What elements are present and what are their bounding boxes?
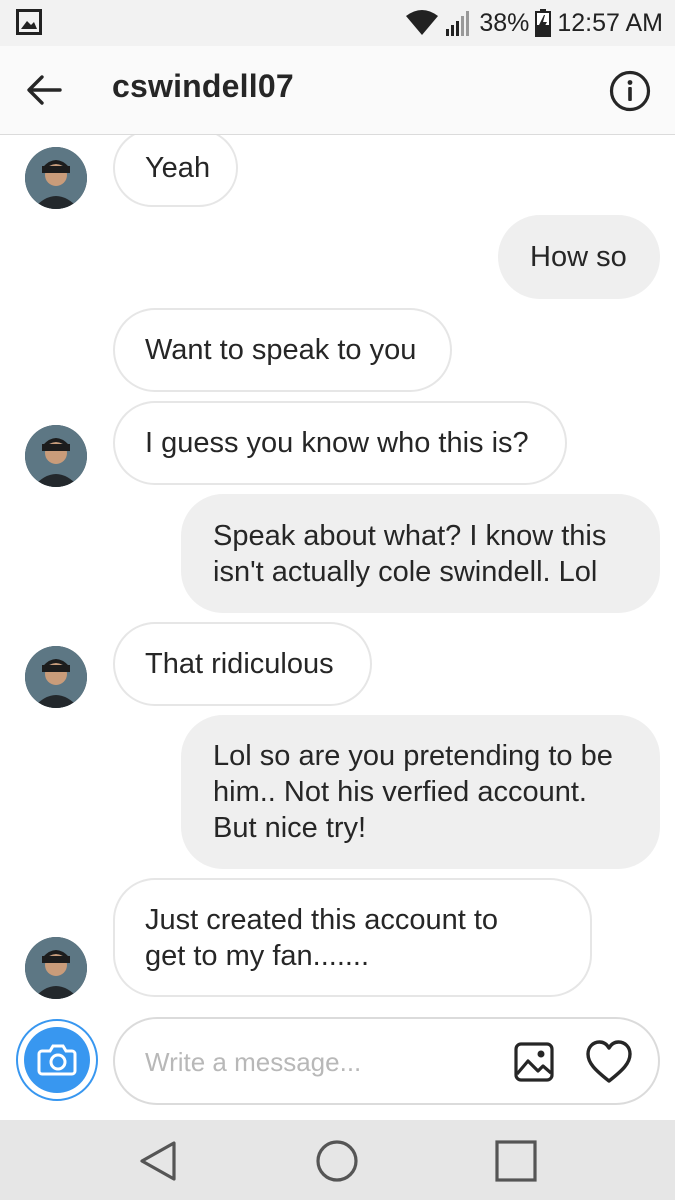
- message-text: Speak about what? I know this isn't actu…: [213, 519, 607, 588]
- message-text: I guess you know who this is?: [145, 427, 529, 459]
- message-bubble-incoming[interactable]: Just created this account to get to my f…: [113, 878, 592, 997]
- message-text: Yeah: [145, 152, 211, 184]
- nav-home-icon[interactable]: [314, 1138, 360, 1184]
- conversation-header: cswindell07: [0, 46, 675, 135]
- message-bubble-incoming[interactable]: Yeah: [113, 135, 238, 207]
- navigation-bar: [0, 1120, 675, 1200]
- camera-icon: [24, 1027, 90, 1093]
- gallery-icon[interactable]: [513, 1041, 555, 1083]
- message-bubble-incoming[interactable]: That ridiculous: [113, 622, 372, 706]
- message-bubble-outgoing[interactable]: Lol so are you pretending to be him.. No…: [181, 715, 660, 869]
- image-notification-icon: [16, 9, 42, 35]
- signal-icon: [446, 11, 470, 36]
- nav-back-icon[interactable]: [136, 1138, 182, 1184]
- battery-charging-icon: [535, 9, 552, 37]
- avatar[interactable]: [25, 646, 87, 708]
- conversation-username[interactable]: cswindell07: [112, 68, 294, 105]
- camera-button[interactable]: [16, 1019, 98, 1101]
- status-bar: 38% 12:57 AM: [0, 0, 675, 46]
- clock: 12:57 AM: [557, 8, 663, 37]
- message-input[interactable]: [143, 1041, 487, 1083]
- message-text: Lol so are you pretending to be him.. No…: [213, 740, 613, 844]
- avatar[interactable]: [25, 425, 87, 487]
- message-bubble-outgoing[interactable]: Speak about what? I know this isn't actu…: [181, 494, 660, 613]
- message-text: Just created this account to get to my f…: [145, 903, 499, 972]
- info-circle-icon[interactable]: [609, 70, 651, 112]
- arrow-left-icon[interactable]: [24, 70, 64, 110]
- nav-recents-icon[interactable]: [493, 1138, 539, 1184]
- avatar[interactable]: [25, 147, 87, 209]
- message-composer: [113, 1017, 660, 1105]
- message-text: Want to speak to you: [145, 334, 417, 366]
- battery-percent: 38%: [479, 8, 530, 37]
- message-bubble-outgoing[interactable]: How so: [498, 215, 660, 299]
- message-text: That ridiculous: [145, 648, 334, 680]
- wifi-icon: [406, 10, 439, 35]
- message-text: How so: [530, 241, 627, 273]
- message-bubble-incoming[interactable]: I guess you know who this is?: [113, 401, 567, 485]
- heart-icon[interactable]: [585, 1039, 633, 1085]
- message-bubble-incoming[interactable]: Want to speak to you: [113, 308, 452, 392]
- message-thread[interactable]: Yeah How so Want to speak to you I guess…: [0, 135, 675, 1010]
- avatar[interactable]: [25, 937, 87, 999]
